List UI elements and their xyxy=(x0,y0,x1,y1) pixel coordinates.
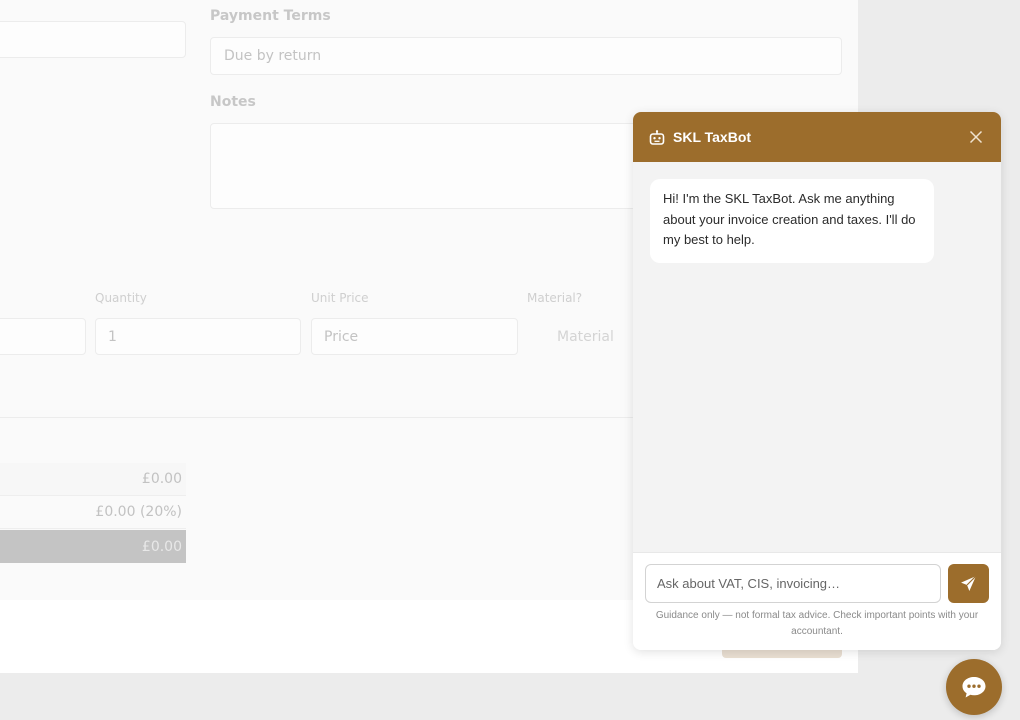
notes-label: Notes xyxy=(210,94,256,110)
material-label: Material? xyxy=(527,291,583,305)
chat-input[interactable] xyxy=(645,564,941,603)
unit-price-input[interactable]: Price xyxy=(311,318,518,355)
total-row: £0.00 xyxy=(0,530,186,563)
send-button[interactable] xyxy=(948,564,989,603)
send-icon xyxy=(960,575,977,592)
payment-terms-label: Payment Terms xyxy=(210,8,331,24)
chat-composer: Guidance only — not formal tax advice. C… xyxy=(633,552,1001,650)
quantity-label: Quantity xyxy=(95,291,147,305)
chat-toggle-button[interactable] xyxy=(946,659,1002,715)
close-icon[interactable] xyxy=(967,128,985,146)
chat-messages[interactable]: Hi! I'm the SKL TaxBot. Ask me anything … xyxy=(633,162,1001,552)
disclaimer-text: Guidance only — not formal tax advice. C… xyxy=(655,610,979,637)
chat-header: SKL TaxBot xyxy=(633,112,1001,162)
vat-row: £0.00 (20%) xyxy=(0,496,186,529)
description-field-partial[interactable] xyxy=(0,318,86,355)
payment-terms-field[interactable]: Due by return xyxy=(210,37,842,75)
vat-value: £0.00 (20%) xyxy=(95,504,182,520)
subtotal-value: £0.00 xyxy=(141,471,182,487)
left-field-partial[interactable] xyxy=(0,21,186,58)
material-select[interactable]: Material xyxy=(527,318,637,355)
robot-icon xyxy=(649,129,665,145)
quantity-input[interactable]: 1 xyxy=(95,318,301,355)
unit-price-label: Unit Price xyxy=(311,291,369,305)
chat-bubble-icon xyxy=(961,675,987,699)
taxbot-chat-window: SKL TaxBot Hi! I'm the SKL TaxBot. Ask m… xyxy=(633,112,1001,650)
bot-message: Hi! I'm the SKL TaxBot. Ask me anything … xyxy=(650,179,934,263)
chat-title: SKL TaxBot xyxy=(673,129,752,145)
subtotal-row: £0.00 xyxy=(0,463,186,496)
total-value: £0.00 xyxy=(141,538,182,555)
